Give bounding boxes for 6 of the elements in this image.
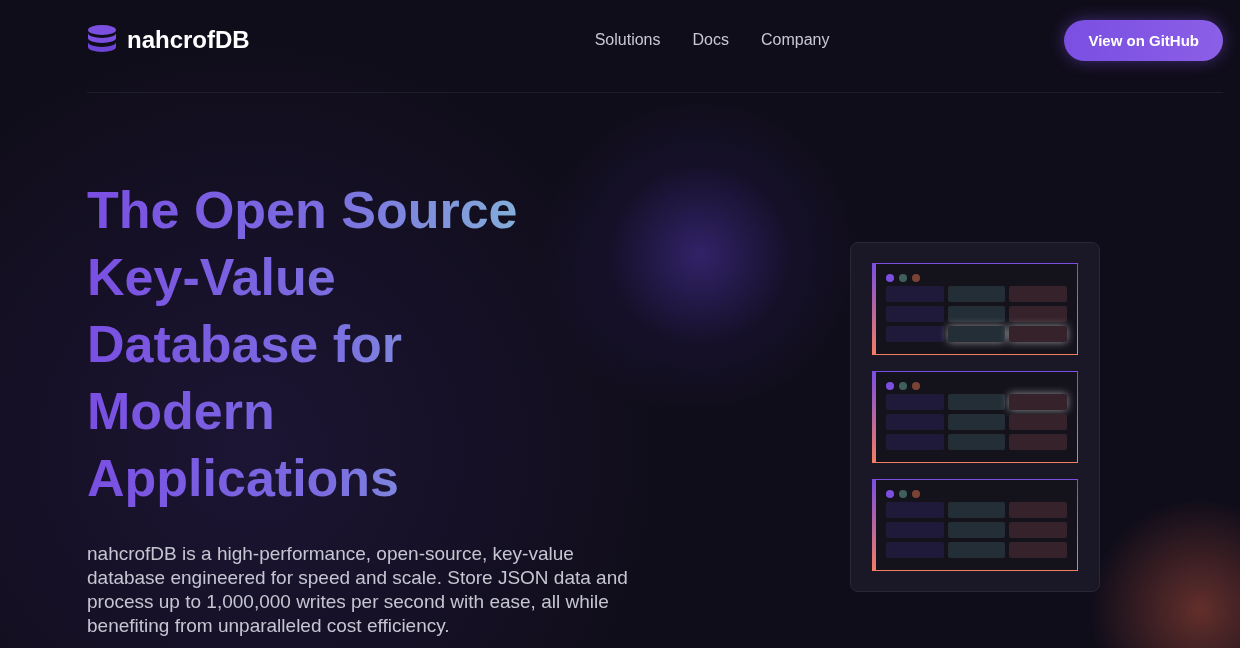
nav-link[interactable]: Solutions — [594, 31, 661, 49]
nav-link[interactable]: Company — [760, 31, 830, 49]
brand-name[interactable]: nahcrofDB — [127, 26, 250, 54]
github-button[interactable]: View on GitHub — [1064, 19, 1223, 61]
hero-description: nahcrofDB is a high-performance, open-source, key-value database engineered for speed and scale. Store JSON data and process up to 1,000,000 writes per second with ease, all while benefiting from unparalleled cost efficiency. — [87, 542, 629, 638]
nav-link[interactable]: Docs — [692, 31, 729, 49]
